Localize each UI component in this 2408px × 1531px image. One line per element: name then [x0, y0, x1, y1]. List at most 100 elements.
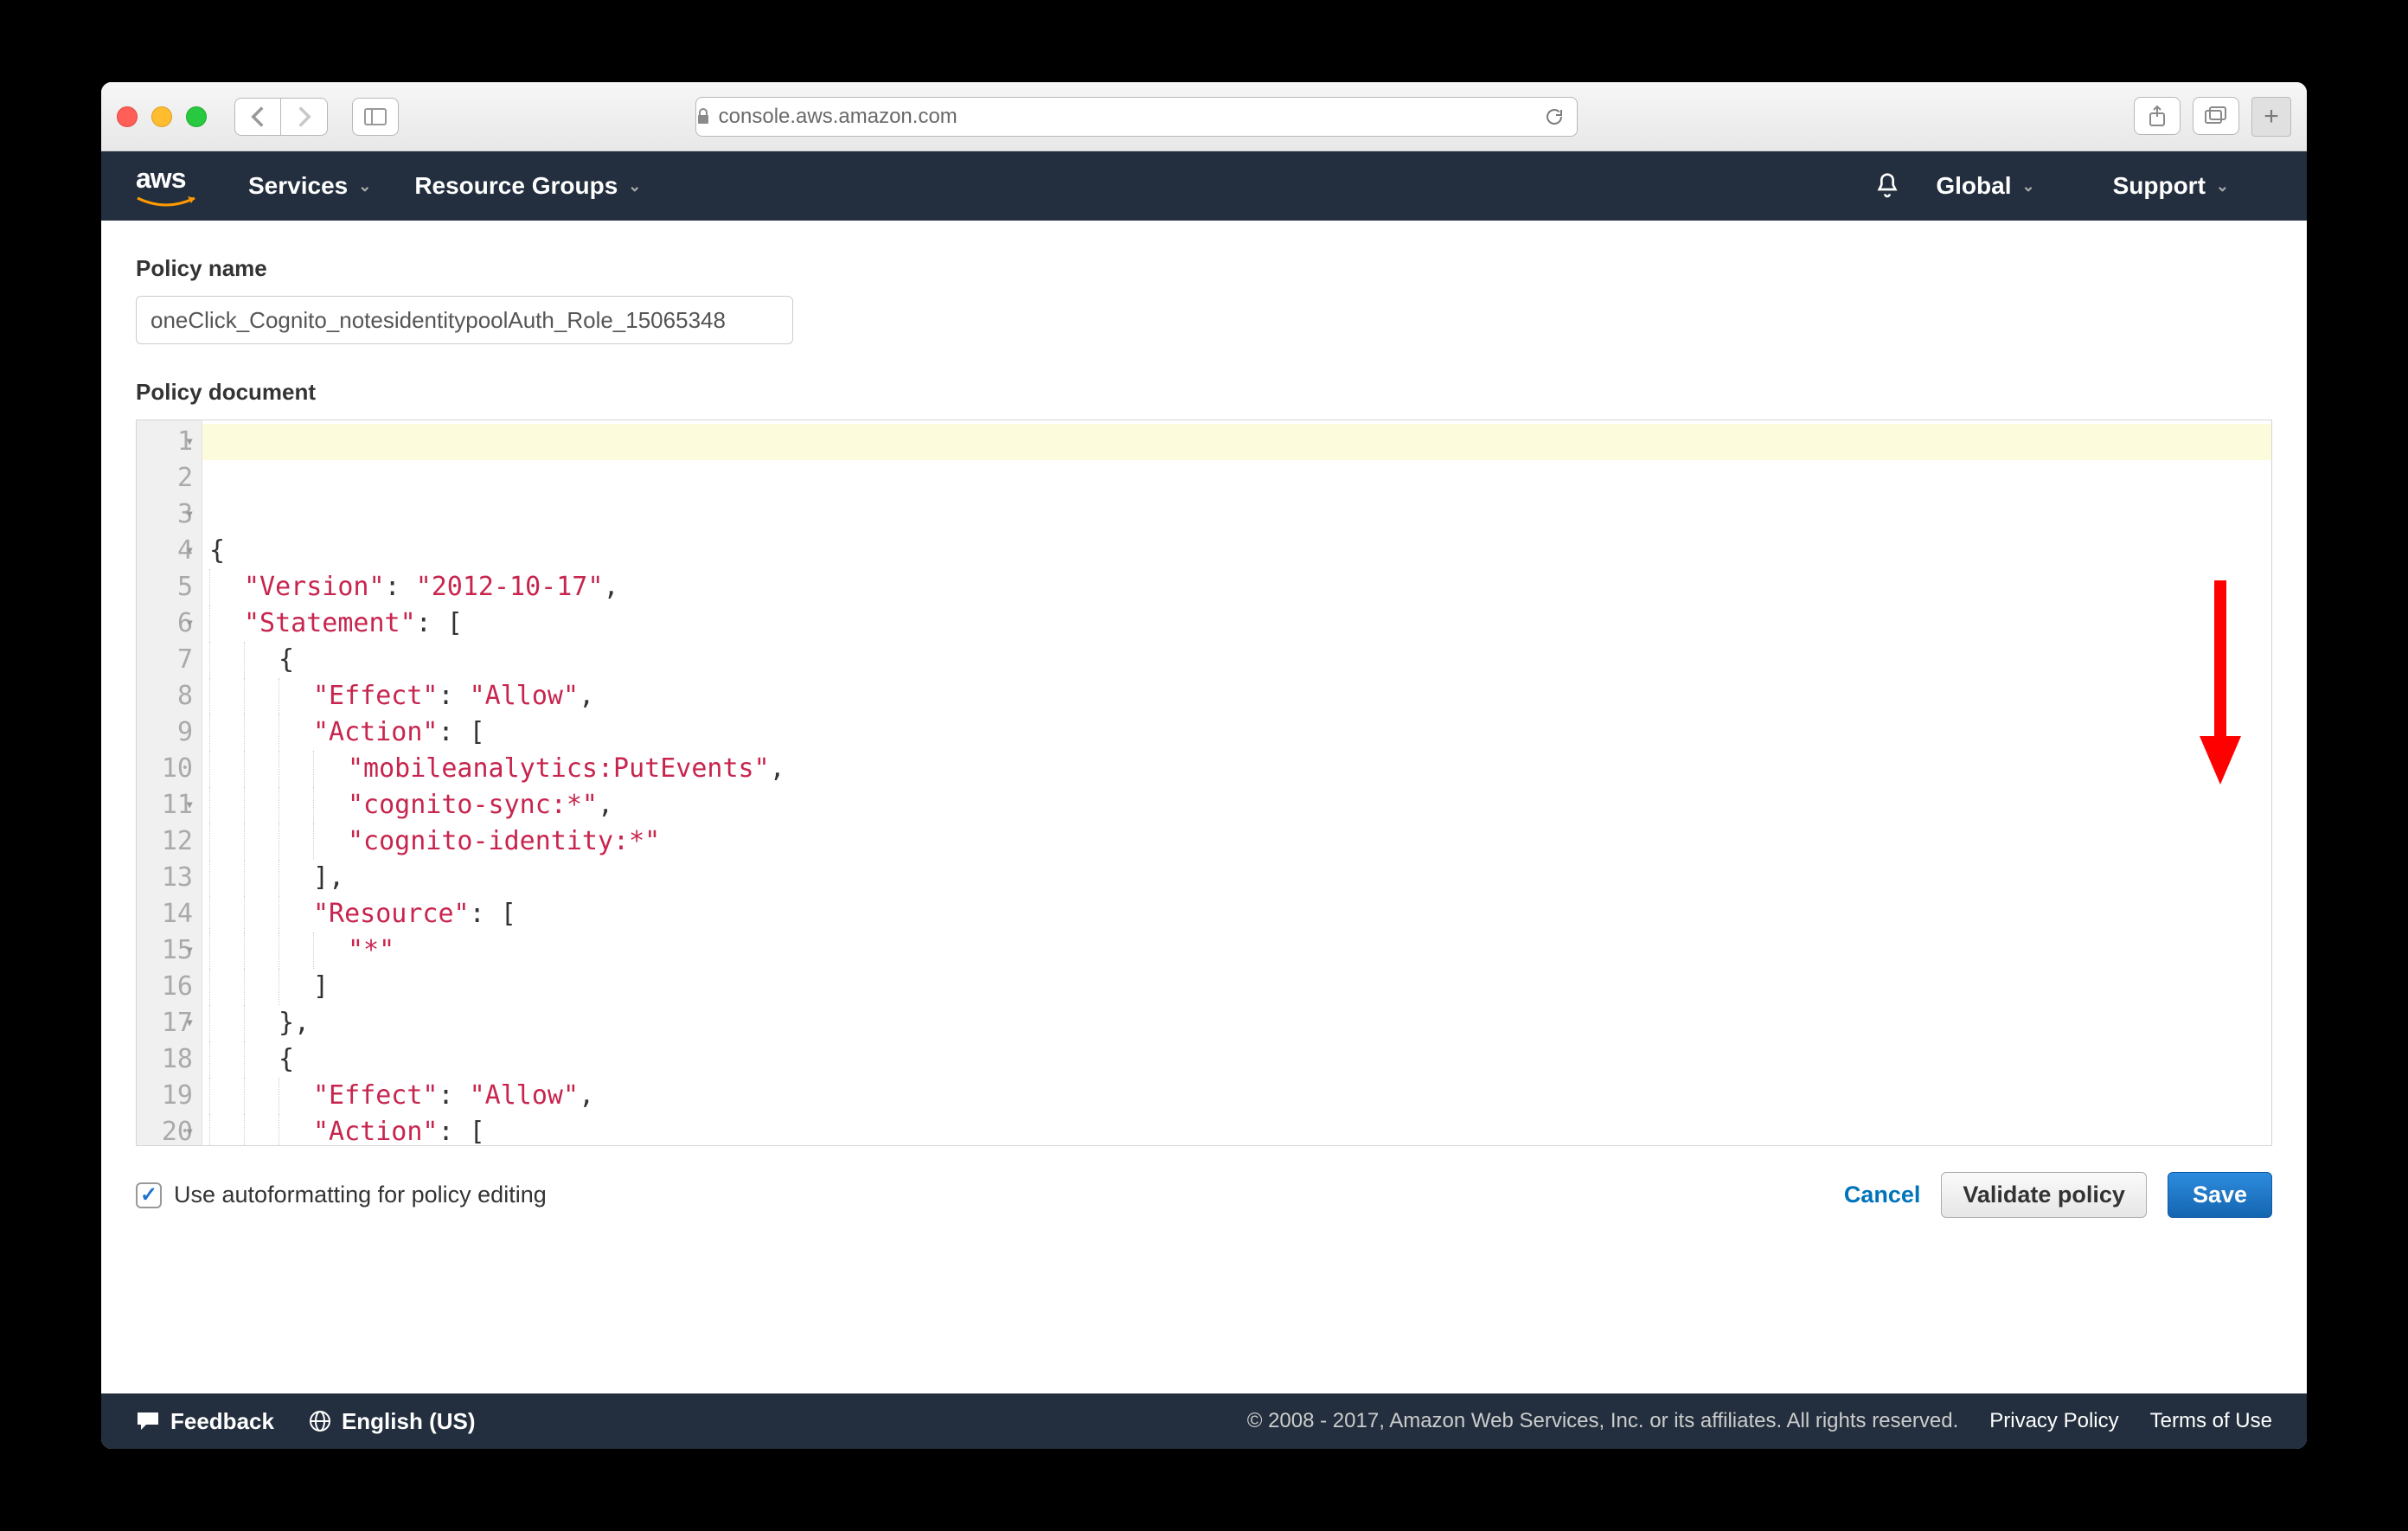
current-line-highlight: [202, 424, 2271, 460]
line-number: 4: [137, 533, 193, 569]
code-line[interactable]: {: [209, 642, 2271, 678]
main-content: Policy name Policy document 123456789101…: [101, 221, 2307, 1393]
code-line[interactable]: "mobileanalytics:PutEvents",: [209, 751, 2271, 787]
feedback-label: Feedback: [170, 1408, 274, 1435]
aws-logo-text: aws: [136, 163, 196, 195]
language-selector[interactable]: English (US): [309, 1408, 476, 1435]
notifications-icon[interactable]: [1873, 172, 1901, 200]
maximize-window-button[interactable]: [186, 106, 207, 127]
code-line[interactable]: {: [209, 533, 2271, 569]
back-button[interactable]: [234, 98, 281, 136]
code-line[interactable]: {: [209, 1041, 2271, 1078]
code-line[interactable]: },: [209, 1005, 2271, 1041]
code-line[interactable]: "Action": [: [209, 1114, 2271, 1146]
privacy-policy-link[interactable]: Privacy Policy: [1989, 1409, 2118, 1433]
feedback-link[interactable]: Feedback: [136, 1408, 274, 1435]
policy-document-label: Policy document: [136, 379, 2272, 406]
policy-name-input[interactable]: [136, 296, 793, 344]
save-button[interactable]: Save: [2168, 1172, 2272, 1218]
code-line[interactable]: "*": [209, 932, 2271, 969]
tabs-button[interactable]: [2193, 97, 2239, 135]
minimize-window-button[interactable]: [151, 106, 172, 127]
new-tab-button[interactable]: +: [2251, 97, 2291, 137]
resource-groups-label: Resource Groups: [414, 172, 618, 200]
url-text: console.aws.amazon.com: [719, 105, 957, 129]
line-number: 7: [137, 642, 193, 678]
services-menu[interactable]: Services ⌄: [248, 172, 371, 200]
line-number: 12: [137, 823, 193, 860]
code-area[interactable]: {"Version": "2012-10-17","Statement": [{…: [202, 420, 2271, 1145]
aws-header: aws Services ⌄ Resource Groups ⌄ Global …: [101, 151, 2307, 221]
browser-window: console.aws.amazon.com + aws Services ⌄ …: [101, 82, 2307, 1449]
autoformat-label: Use autoformatting for policy editing: [174, 1182, 547, 1208]
code-line[interactable]: ],: [209, 860, 2271, 896]
chevron-down-icon: ⌄: [358, 177, 371, 195]
autoformat-checkbox[interactable]: [136, 1182, 162, 1208]
code-line[interactable]: "cognito-identity:*": [209, 823, 2271, 860]
aws-footer: Feedback English (US) © 2008 - 2017, Ama…: [101, 1393, 2307, 1449]
line-number: 18: [137, 1041, 193, 1078]
policy-name-label: Policy name: [136, 255, 2272, 282]
header-right: Global ⌄ Support ⌄: [1873, 172, 2272, 200]
sidebar-icon: [364, 108, 387, 125]
chevron-right-icon: [297, 105, 312, 129]
region-label: Global: [1936, 172, 2011, 200]
services-label: Services: [248, 172, 348, 200]
code-line[interactable]: "Effect": "Allow",: [209, 678, 2271, 714]
share-icon: [2148, 105, 2167, 127]
line-number: 2: [137, 460, 193, 496]
terms-of-use-link[interactable]: Terms of Use: [2150, 1409, 2272, 1433]
line-number: 14: [137, 896, 193, 932]
line-number: 8: [137, 678, 193, 714]
code-line[interactable]: "Statement": [: [209, 605, 2271, 642]
resource-groups-menu[interactable]: Resource Groups ⌄: [414, 172, 641, 200]
line-number: 20: [137, 1114, 193, 1146]
line-number: 1: [137, 424, 193, 460]
plus-icon: +: [2264, 102, 2279, 131]
language-label: English (US): [342, 1408, 476, 1435]
validate-policy-button[interactable]: Validate policy: [1941, 1172, 2147, 1218]
region-menu[interactable]: Global ⌄: [1936, 172, 2034, 200]
code-line[interactable]: "Action": [: [209, 714, 2271, 751]
tabs-icon: [2205, 106, 2227, 125]
support-menu[interactable]: Support ⌄: [2113, 172, 2229, 200]
code-line[interactable]: "Version": "2012-10-17",: [209, 569, 2271, 605]
code-editor[interactable]: 1234567891011121314151617181920 {"Versio…: [136, 420, 2272, 1146]
chevron-down-icon: ⌄: [2216, 177, 2229, 195]
support-label: Support: [2113, 172, 2206, 200]
action-buttons: Cancel Validate policy Save: [1844, 1172, 2272, 1218]
lock-icon: [696, 108, 710, 125]
titlebar-right: +: [2134, 97, 2291, 137]
line-number: 6: [137, 605, 193, 642]
chevron-down-icon: ⌄: [2022, 177, 2035, 195]
code-line[interactable]: "Resource": [: [209, 896, 2271, 932]
arrow-annotation-icon: [2194, 580, 2246, 788]
address-bar[interactable]: console.aws.amazon.com: [695, 97, 1578, 137]
line-number: 17: [137, 1005, 193, 1041]
share-button[interactable]: [2134, 97, 2181, 135]
browser-titlebar: console.aws.amazon.com +: [101, 82, 2307, 151]
forward-button[interactable]: [281, 98, 328, 136]
globe-icon: [309, 1410, 331, 1432]
line-number: 5: [137, 569, 193, 605]
line-number: 15: [137, 932, 193, 969]
aws-smile-icon: [136, 195, 196, 210]
line-number: 3: [137, 496, 193, 533]
code-line[interactable]: "cognito-sync:*",: [209, 787, 2271, 823]
window-controls: [117, 106, 207, 127]
chevron-left-icon: [250, 105, 266, 129]
aws-logo[interactable]: aws: [136, 163, 196, 210]
code-line[interactable]: ]: [209, 969, 2271, 1005]
reload-icon[interactable]: [1544, 106, 1565, 127]
line-number: 9: [137, 714, 193, 751]
close-window-button[interactable]: [117, 106, 138, 127]
nav-buttons: [234, 98, 328, 136]
line-number: 10: [137, 751, 193, 787]
copyright-text: © 2008 - 2017, Amazon Web Services, Inc.…: [1247, 1409, 1959, 1433]
chevron-down-icon: ⌄: [628, 177, 641, 195]
line-number: 19: [137, 1078, 193, 1114]
cancel-button[interactable]: Cancel: [1844, 1182, 1921, 1208]
speech-bubble-icon: [136, 1411, 160, 1432]
code-line[interactable]: "Effect": "Allow",: [209, 1078, 2271, 1114]
sidebar-toggle-button[interactable]: [352, 98, 399, 136]
